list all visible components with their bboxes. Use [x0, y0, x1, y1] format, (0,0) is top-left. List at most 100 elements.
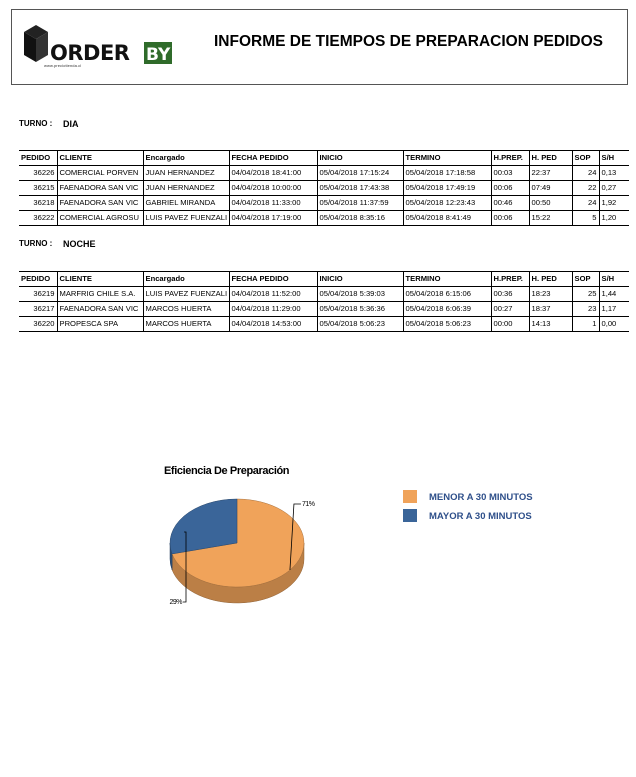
cell-s-h: 0,27 [599, 180, 629, 196]
column-header-pedido: PEDIDO [19, 150, 58, 166]
cell-cliente: PROPESCA SPA [57, 316, 144, 332]
cell-cliente: FAENADORA SAN VIC [57, 301, 144, 317]
table-row: 36226 COMERCIAL PORVEN JUAN HERNANDEZ 04/04… [19, 165, 629, 181]
cell-encargado: LUIS PAVEZ FUENZALI [143, 210, 230, 226]
cell-h-ped: 22:37 [529, 165, 573, 181]
column-header-encargado: Encargado [143, 271, 230, 287]
cell-sop: 1 [572, 316, 600, 332]
table-row: 36220 PROPESCA SPA MARCOS HUERTA 04/04/2018… [19, 316, 629, 332]
column-header-fecha-pedido: FECHA PEDIDO [229, 150, 318, 166]
cell-fecha-pedido: 04/04/2018 18:41:00 [229, 165, 318, 181]
column-header-inicio: INICIO [317, 150, 404, 166]
cell-h-prep: 00:46 [491, 195, 530, 211]
cell-pedido: 36215 [19, 180, 58, 196]
cell-s-h: 1,20 [599, 210, 629, 226]
cell-sop: 24 [572, 195, 600, 211]
cell-pedido: 36220 [19, 316, 58, 332]
table-row: 36217 FAENADORA SAN VIC MARCOS HUERTA 04/04… [19, 301, 629, 317]
cell-h-ped: 15:22 [529, 210, 573, 226]
table-row: 36215 FAENADORA SAN VIC JUAN HERNANDEZ 04/0… [19, 180, 629, 196]
logo-text-by: BY [146, 45, 171, 65]
cell-s-h: 1,44 [599, 286, 629, 302]
cell-h-prep: 00:36 [491, 286, 530, 302]
cell-sop: 24 [572, 165, 600, 181]
cell-cliente: COMERCIAL AGROSU [57, 210, 144, 226]
chart-title: Eficiencia De Preparación [164, 465, 290, 477]
cell-fecha-pedido: 04/04/2018 11:29:00 [229, 301, 318, 317]
table-row: 36222 COMERCIAL AGROSU LUIS PAVEZ FUENZALI… [19, 210, 629, 226]
cell-termino: 05/04/2018 6:15:06 [403, 286, 492, 302]
cell-cliente: FAENADORA SAN VIC [57, 195, 144, 211]
table-row: 36218 FAENADORA SAN VIC GABRIEL MIRANDA 04/… [19, 195, 629, 211]
cell-sop: 25 [572, 286, 600, 302]
cell-h-ped: 00:50 [529, 195, 573, 211]
cell-s-h: 1,17 [599, 301, 629, 317]
cell-termino: 05/04/2018 17:49:19 [403, 180, 492, 196]
column-header-sop: SOP [572, 150, 600, 166]
legend-label: MAYOR A 30 MINUTOS [429, 511, 532, 522]
cell-inicio: 05/04/2018 17:15:24 [317, 165, 404, 181]
table-header-row: PEDIDO CLIENTE Encargado FECHA PEDIDO INICIO… [19, 271, 629, 287]
cell-fecha-pedido: 04/04/2018 17:19:00 [229, 210, 318, 226]
cell-fecha-pedido: 04/04/2018 14:53:00 [229, 316, 318, 332]
cell-h-prep: 00:03 [491, 165, 530, 181]
cell-termino: 05/04/2018 12:23:43 [403, 195, 492, 211]
cell-encargado: MARCOS HUERTA [143, 301, 230, 317]
shift-table-dia: PEDIDO CLIENTE Encargado FECHA PEDIDO INICIO… [19, 150, 629, 226]
cell-h-prep: 00:06 [491, 180, 530, 196]
pie-data-label: 71% [302, 501, 315, 508]
cell-h-ped: 14:13 [529, 316, 573, 332]
column-header-h-ped: H. PED [529, 271, 573, 287]
cell-fecha-pedido: 04/04/2018 10:00:00 [229, 180, 318, 196]
shift-label: TURNO : [19, 119, 53, 128]
cell-sop: 22 [572, 180, 600, 196]
column-header-termino: TERMINO [403, 271, 492, 287]
column-header-sop: SOP [572, 271, 600, 287]
cell-inicio: 05/04/2018 5:36:36 [317, 301, 404, 317]
cell-fecha-pedido: 04/04/2018 11:52:00 [229, 286, 318, 302]
column-header-inicio: INICIO [317, 271, 404, 287]
cell-h-prep: 00:06 [491, 210, 530, 226]
cell-encargado: GABRIEL MIRANDA [143, 195, 230, 211]
cell-pedido: 36219 [19, 286, 58, 302]
column-header-cliente: CLIENTE [57, 271, 144, 287]
shift-table-noche: PEDIDO CLIENTE Encargado FECHA PEDIDO INICIO… [19, 271, 629, 332]
cell-fecha-pedido: 04/04/2018 11:33:00 [229, 195, 318, 211]
cell-inicio: 05/04/2018 17:43:38 [317, 180, 404, 196]
column-header-cliente: CLIENTE [57, 150, 144, 166]
column-header-encargado: Encargado [143, 150, 230, 166]
column-header-s-h: S/H [599, 150, 629, 166]
cell-h-prep: 00:00 [491, 316, 530, 332]
column-header-s-h: S/H [599, 271, 629, 287]
shift-value: NOCHE [63, 239, 96, 249]
cell-encargado: LUIS PAVEZ FUENZALI [143, 286, 230, 302]
logo-tagline: www.preciotienda.cl [44, 63, 82, 68]
logo-text-order: ORDER [50, 41, 130, 65]
cell-h-ped: 18:37 [529, 301, 573, 317]
cube-icon [24, 25, 48, 62]
cell-sop: 23 [572, 301, 600, 317]
cell-pedido: 36226 [19, 165, 58, 181]
cell-cliente: COMERCIAL PORVEN [57, 165, 144, 181]
cell-pedido: 36217 [19, 301, 58, 317]
cell-s-h: 1,92 [599, 195, 629, 211]
cell-h-prep: 00:27 [491, 301, 530, 317]
table-header-row: PEDIDO CLIENTE Encargado FECHA PEDIDO INICIO… [19, 150, 629, 166]
cell-inicio: 05/04/2018 5:39:03 [317, 286, 404, 302]
column-header-h-prep: H.PREP. [491, 150, 530, 166]
cell-cliente: FAENADORA SAN VIC [57, 180, 144, 196]
cell-inicio: 05/04/2018 8:35:16 [317, 210, 404, 226]
pie-chart: 71% 29% [169, 498, 315, 606]
cell-encargado: MARCOS HUERTA [143, 316, 230, 332]
legend-label: MENOR A 30 MINUTOS [429, 492, 533, 503]
cell-pedido: 36218 [19, 195, 58, 211]
cell-termino: 05/04/2018 17:18:58 [403, 165, 492, 181]
legend-swatch [403, 509, 417, 522]
cell-termino: 05/04/2018 5:06:23 [403, 316, 492, 332]
cell-h-ped: 07:49 [529, 180, 573, 196]
cell-inicio: 05/04/2018 11:37:59 [317, 195, 404, 211]
cell-encargado: JUAN HERNANDEZ [143, 165, 230, 181]
cell-s-h: 0,00 [599, 316, 629, 332]
cell-inicio: 05/04/2018 5:06:23 [317, 316, 404, 332]
shift-value: DIA [63, 119, 79, 129]
